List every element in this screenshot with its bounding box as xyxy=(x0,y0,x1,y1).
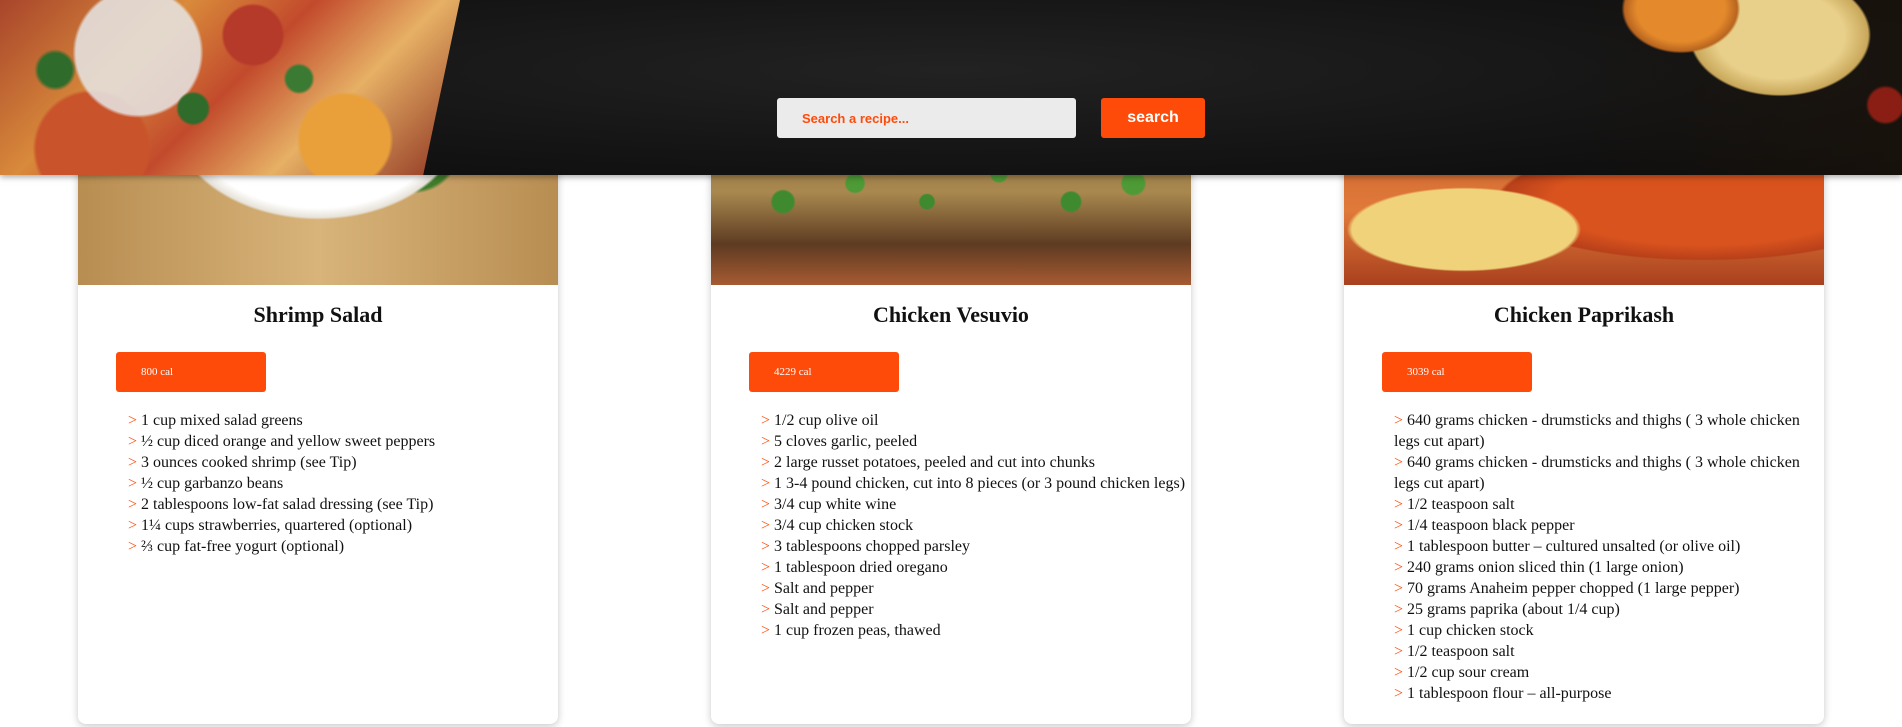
ingredient-item: 1 cup frozen peas, thawed xyxy=(761,620,1186,641)
search-bar: search xyxy=(777,98,1205,138)
calories-badge: 3039 cal xyxy=(1382,352,1532,392)
ingredient-item: 1/2 teaspoon salt xyxy=(1394,641,1819,662)
ingredient-list: 1 cup mixed salad greens½ cup diced oran… xyxy=(128,410,553,557)
ingredient-item: 1/2 teaspoon salt xyxy=(1394,494,1819,515)
pizza-photo xyxy=(0,0,460,175)
calories-badge: 4229 cal xyxy=(749,352,899,392)
recipe-card[interactable]: Chicken Paprikash 3039 cal 640 grams chi… xyxy=(1344,100,1824,724)
header-banner: search xyxy=(0,0,1902,175)
ingredient-item: 3 ounces cooked shrimp (see Tip) xyxy=(128,452,553,473)
ingredient-list: 640 grams chicken - drumsticks and thigh… xyxy=(1394,410,1819,704)
recipe-title: Shrimp Salad xyxy=(253,302,383,327)
pasta-photo xyxy=(1572,0,1902,175)
ingredient-item: 3/4 cup white wine xyxy=(761,494,1186,515)
ingredient-item: 1/2 cup olive oil xyxy=(761,410,1186,431)
ingredient-item: 240 grams onion sliced thin (1 large oni… xyxy=(1394,557,1819,578)
ingredient-item: ½ cup diced orange and yellow sweet pepp… xyxy=(128,431,553,452)
ingredient-item: 1/2 cup sour cream xyxy=(1394,662,1819,683)
search-button[interactable]: search xyxy=(1101,98,1205,138)
ingredient-item: 1¼ cups strawberries, quartered (optiona… xyxy=(128,515,553,536)
ingredient-item: 5 cloves garlic, peeled xyxy=(761,431,1186,452)
ingredient-item: 3 tablespoons chopped parsley xyxy=(761,536,1186,557)
ingredient-item: Salt and pepper xyxy=(761,599,1186,620)
ingredient-item: 1 tablespoon butter – cultured unsalted … xyxy=(1394,536,1819,557)
ingredient-item: 2 large russet potatoes, peeled and cut … xyxy=(761,452,1186,473)
ingredient-item: 1 tablespoon flour – all-purpose xyxy=(1394,683,1819,704)
calories-badge: 800 cal xyxy=(116,352,266,392)
recipe-card[interactable]: Shrimp Salad 800 cal 1 cup mixed salad g… xyxy=(78,100,558,724)
ingredient-item: 1 cup chicken stock xyxy=(1394,620,1819,641)
ingredient-item: Salt and pepper xyxy=(761,578,1186,599)
ingredient-item: 1 3-4 pound chicken, cut into 8 pieces (… xyxy=(761,473,1186,494)
recipe-title: Chicken Vesuvio xyxy=(873,302,1029,327)
ingredient-item: 640 grams chicken - drumsticks and thigh… xyxy=(1394,410,1819,452)
recipe-card[interactable]: Chicken Vesuvio 4229 cal 1/2 cup olive o… xyxy=(711,100,1191,724)
ingredient-item: 640 grams chicken - drumsticks and thigh… xyxy=(1394,452,1819,494)
ingredient-item: 1 tablespoon dried oregano xyxy=(761,557,1186,578)
ingredient-item: 3/4 cup chicken stock xyxy=(761,515,1186,536)
search-input[interactable] xyxy=(777,98,1076,138)
ingredient-item: 25 grams paprika (about 1/4 cup) xyxy=(1394,599,1819,620)
ingredient-item: 2 tablespoons low-fat salad dressing (se… xyxy=(128,494,553,515)
ingredient-item: ½ cup garbanzo beans xyxy=(128,473,553,494)
ingredient-item: 70 grams Anaheim pepper chopped (1 large… xyxy=(1394,578,1819,599)
recipe-title: Chicken Paprikash xyxy=(1493,302,1675,327)
ingredient-item: ⅔ cup fat-free yogurt (optional) xyxy=(128,536,553,557)
ingredient-list: 1/2 cup olive oil5 cloves garlic, peeled… xyxy=(761,410,1186,641)
ingredient-item: 1 cup mixed salad greens xyxy=(128,410,553,431)
ingredient-item: 1/4 teaspoon black pepper xyxy=(1394,515,1819,536)
